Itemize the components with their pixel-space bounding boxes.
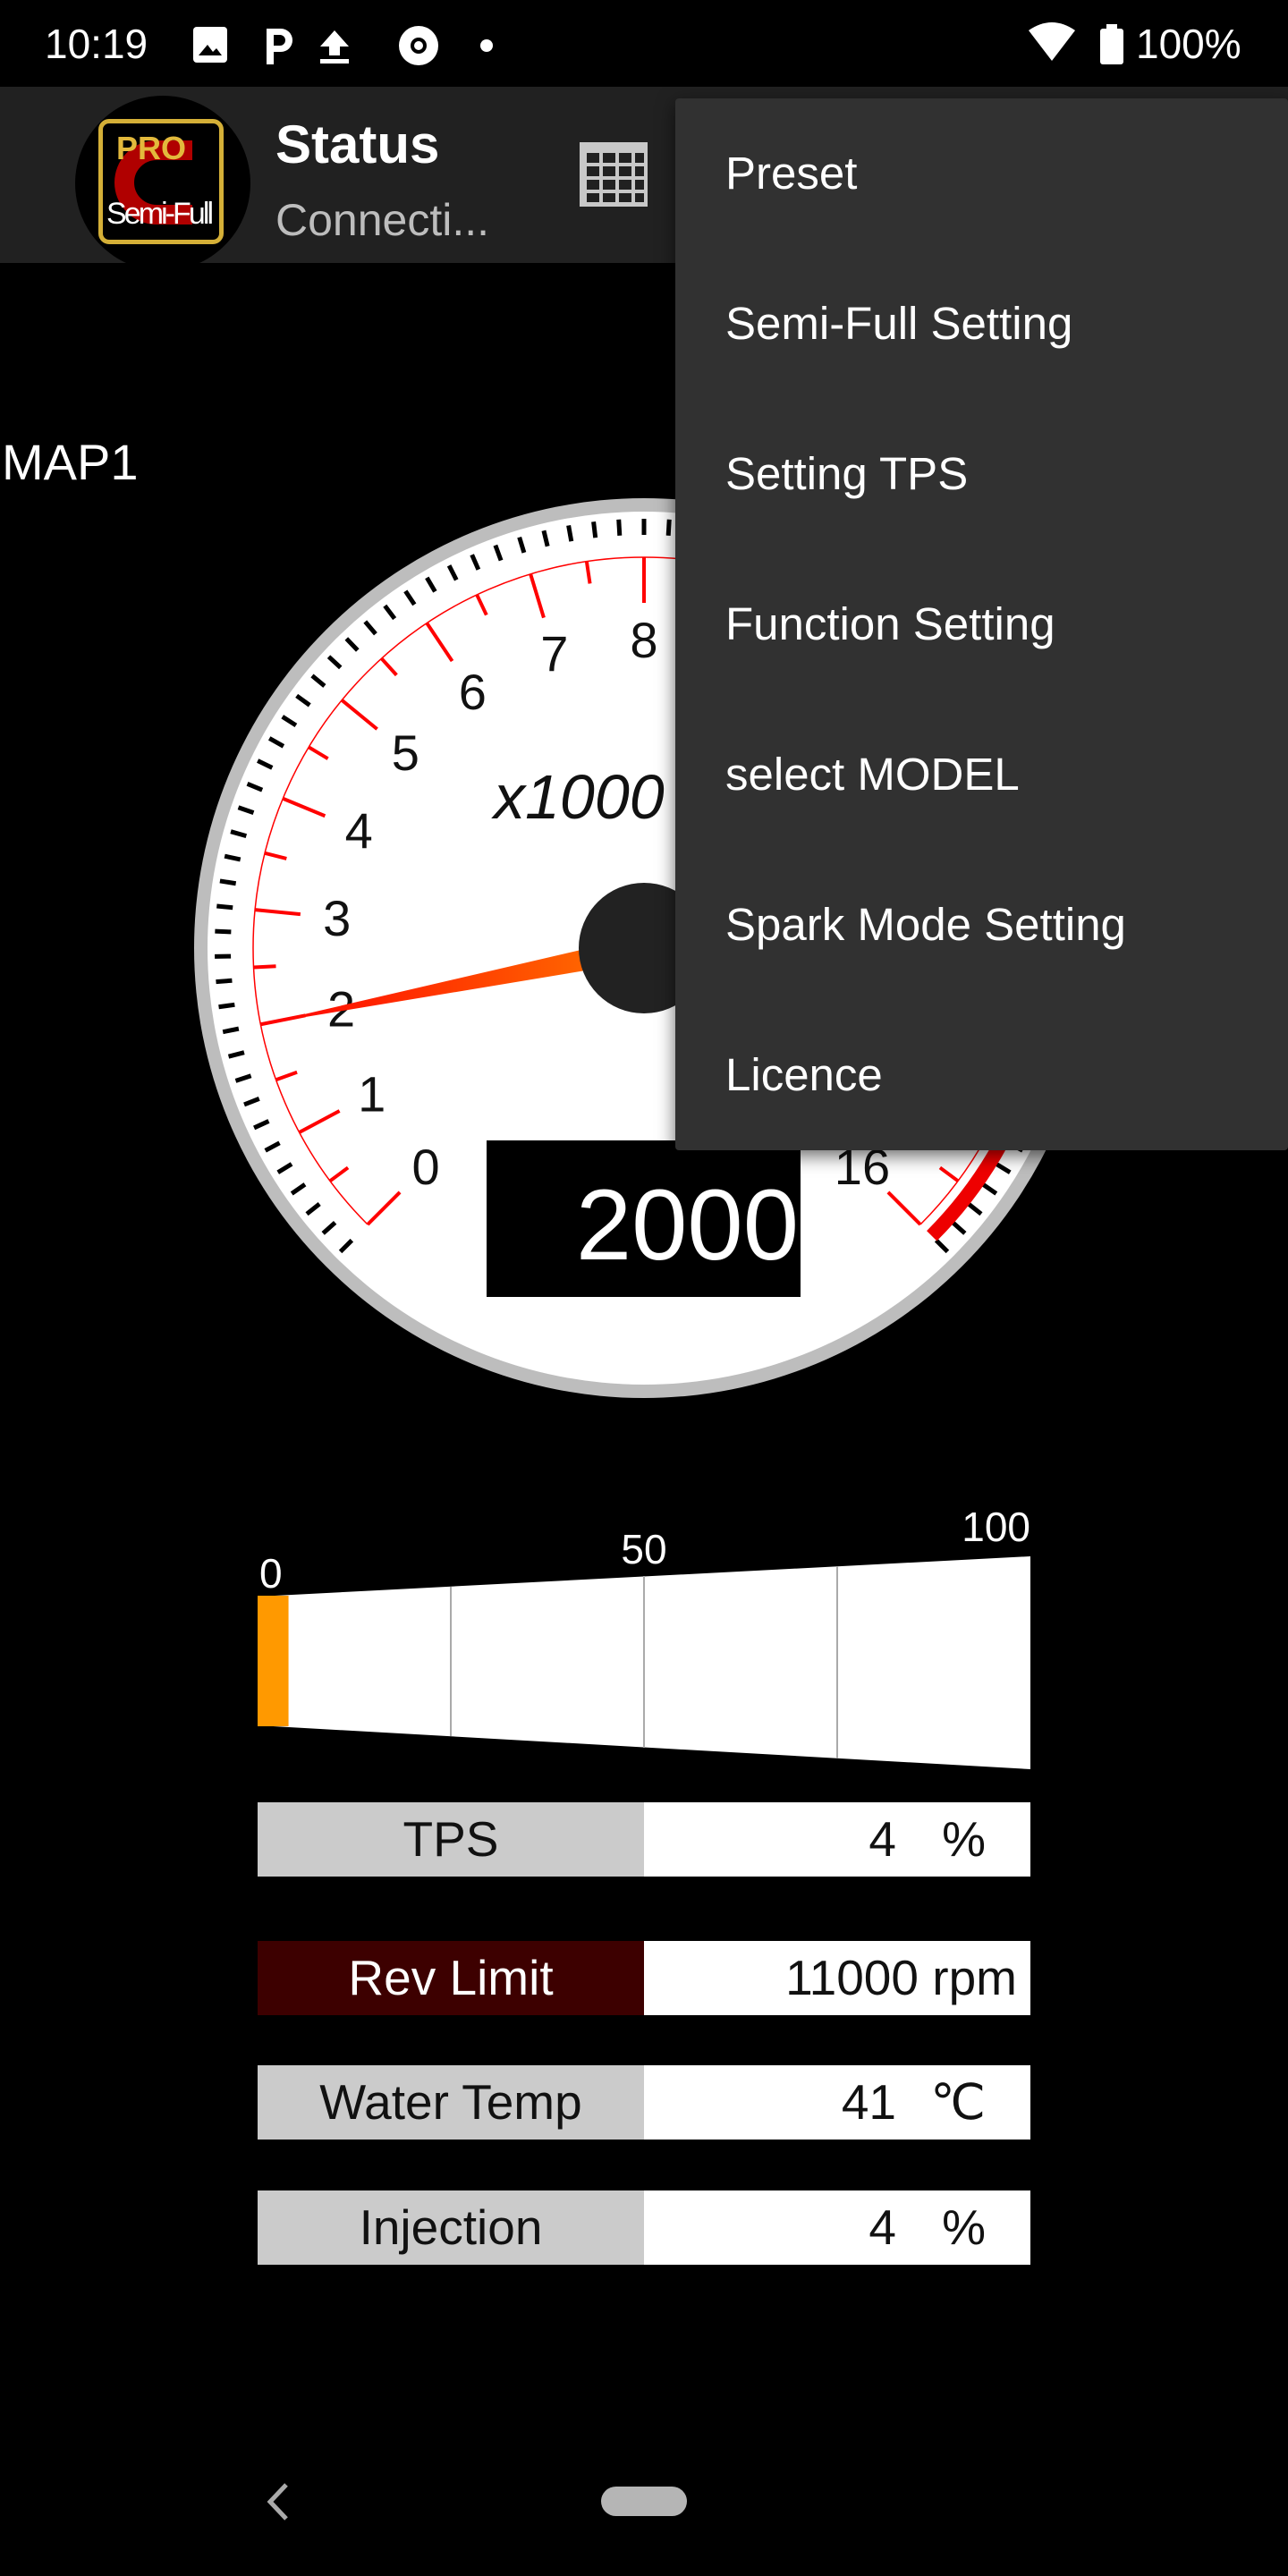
tick-label: 4 — [345, 802, 373, 859]
readout-water-temp: Water Temp 41 ℃ — [258, 2065, 1030, 2140]
readout-unit: % — [942, 2199, 986, 2255]
readout-label: Water Temp — [258, 2065, 644, 2140]
readout-unit: % — [942, 1811, 986, 1867]
tick-label: 1 — [358, 1066, 386, 1123]
readout-value: 4 — [869, 2199, 896, 2255]
readout-value: 4 — [869, 1811, 896, 1867]
unit-label: x1000 — [491, 762, 665, 832]
menu-item-semi-full-setting[interactable]: Semi-Full Setting — [725, 249, 1072, 399]
readout-unit: ℃ — [930, 2074, 986, 2130]
menu-item-spark-mode-setting[interactable]: Spark Mode Setting — [725, 850, 1126, 1000]
menu-item-preset[interactable]: Preset — [725, 98, 857, 249]
home-pill[interactable] — [601, 2487, 687, 2516]
minor-tick — [218, 1002, 235, 1010]
tick-label: 6 — [459, 664, 487, 720]
tps-label-50: 50 — [621, 1526, 666, 1572]
minor-tick — [216, 978, 233, 985]
tps-bar: 0 50 100 — [258, 1504, 1030, 1769]
minor-tick — [215, 928, 232, 935]
minor-tick — [219, 878, 237, 886]
readout-label: Rev Limit — [258, 1941, 644, 2015]
readout-value: 41 — [841, 2074, 896, 2130]
minor-tick — [591, 521, 598, 538]
minor-tick — [222, 1026, 240, 1035]
readout-rev-limit: Rev Limit 11000 rpm — [258, 1941, 1030, 2015]
minor-tick — [566, 525, 574, 542]
tick-label: 3 — [323, 890, 351, 946]
tps-bar-fill — [258, 1596, 289, 1726]
tick-label: 8 — [630, 612, 657, 668]
menu-item-function-setting[interactable]: Function Setting — [725, 549, 1055, 699]
digital-readout: 2000 — [576, 1169, 799, 1281]
back-icon[interactable] — [259, 2478, 295, 2526]
readout-injection: Injection 4% — [258, 2190, 1030, 2265]
readout-label: TPS — [258, 1802, 644, 1877]
tick-label: 5 — [392, 724, 419, 781]
readout-value: 11000 rpm — [785, 1950, 1017, 2005]
overflow-menu: Preset Semi-Full Setting Setting TPS Fun… — [675, 98, 1288, 1150]
readout-tps: TPS 4% — [258, 1802, 1030, 1877]
minor-tick — [216, 903, 233, 911]
menu-item-licence[interactable]: Licence — [725, 1000, 883, 1150]
tick-label: 7 — [540, 625, 568, 682]
minor-tick — [665, 519, 672, 536]
minor-tick — [616, 519, 623, 536]
tps-label-0: 0 — [259, 1550, 283, 1597]
menu-item-setting-tps[interactable]: Setting TPS — [725, 399, 968, 549]
tps-label-100: 100 — [962, 1504, 1030, 1550]
half-tick — [253, 964, 276, 970]
tick-label: 0 — [411, 1139, 439, 1195]
readout-label: Injection — [258, 2190, 644, 2265]
menu-item-select-model[interactable]: select MODEL — [725, 699, 1020, 850]
